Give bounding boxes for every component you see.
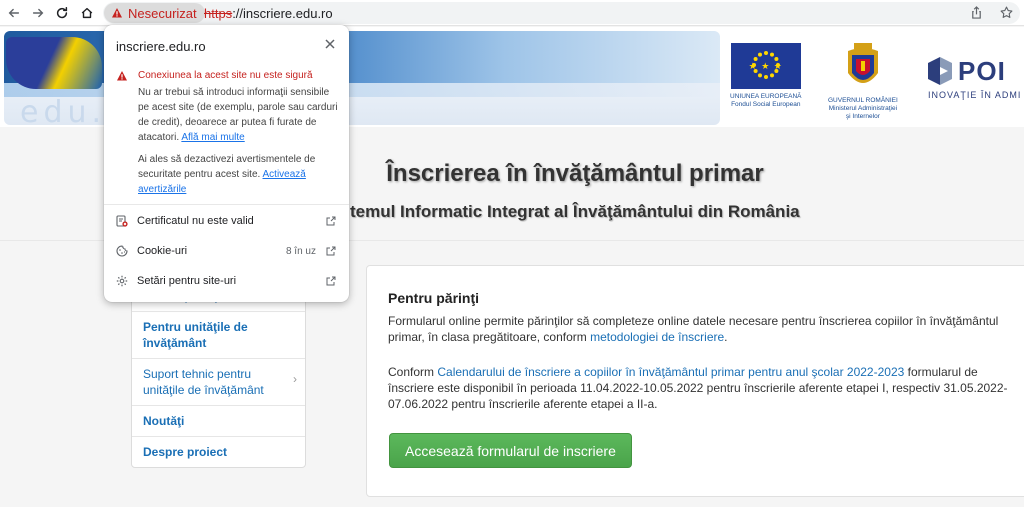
forward-icon[interactable] bbox=[28, 3, 48, 23]
calendar-text-start: Conform bbox=[388, 365, 438, 379]
url-host: ://inscriere.edu.ro bbox=[232, 6, 333, 21]
gov-caption-2: Ministerul Administraţiei bbox=[828, 105, 898, 112]
calendar-paragraph: Conform Calendarului de înscriere a copi… bbox=[388, 364, 1008, 412]
popup-divider bbox=[104, 204, 349, 205]
certificate-label: Certificatul nu este valid bbox=[137, 215, 254, 227]
poca-word: POI bbox=[958, 55, 1006, 86]
poca-logo: POI bbox=[926, 55, 1006, 87]
security-chip[interactable]: Nesecurizat bbox=[104, 3, 205, 23]
intro-end: . bbox=[724, 330, 728, 344]
gear-icon bbox=[116, 275, 128, 287]
metodologie-link[interactable]: metodologiei de înscriere bbox=[590, 330, 724, 344]
warning-icon bbox=[117, 71, 127, 81]
poca-mark-icon bbox=[926, 55, 954, 87]
external-link-icon bbox=[326, 216, 337, 227]
warning-body: Nu ar trebui să introduci informaţii sen… bbox=[138, 85, 338, 145]
external-link-icon bbox=[326, 276, 337, 287]
main-panel: Pentru părinţi Formularul online permite… bbox=[366, 265, 1024, 497]
site-info-popup: inscriere.edu.ro Conexiunea la acest sit… bbox=[104, 25, 349, 302]
access-form-button[interactable]: Accesează formularul de inscriere bbox=[389, 433, 632, 468]
back-icon[interactable] bbox=[4, 3, 24, 23]
reload-icon[interactable] bbox=[52, 3, 72, 23]
security-chip-label: Nesecurizat bbox=[128, 5, 197, 21]
site-settings-label: Setări pentru site-uri bbox=[137, 275, 237, 287]
cookies-count: 8 în uz bbox=[285, 245, 316, 257]
url-text[interactable]: https://inscriere.edu.ro bbox=[204, 6, 333, 21]
warning-title: Conexiunea la acest site nu este sigură bbox=[138, 70, 313, 81]
chevron-right-icon: › bbox=[293, 372, 297, 386]
learn-more-link[interactable]: Află mai multe bbox=[181, 132, 244, 143]
browser-toolbar: Nesecurizat https://inscriere.edu.ro bbox=[0, 0, 1024, 26]
url-protocol: https bbox=[204, 6, 233, 21]
disabled-warnings-text: Ai ales să dezactivezi avertismentele de… bbox=[138, 152, 343, 197]
home-icon[interactable] bbox=[77, 3, 97, 23]
side-nav: Pentru părinţi Pentru unităţile de învăţ… bbox=[131, 280, 306, 468]
bookmark-star-icon[interactable] bbox=[998, 4, 1014, 20]
certificate-icon bbox=[116, 215, 128, 227]
cookie-icon bbox=[116, 245, 128, 257]
edu-flag-logo bbox=[6, 37, 102, 89]
cookies-row[interactable]: Cookie-uri 8 în uz bbox=[116, 240, 337, 262]
warning-icon bbox=[112, 8, 122, 18]
poca-tagline: INOVAŢIE ÎN ADMI bbox=[928, 90, 1022, 100]
nav-item-unitati[interactable]: Pentru unităţile de învăţământ bbox=[132, 312, 305, 359]
eu-flag-icon: ★ ★ ★ bbox=[730, 43, 801, 89]
romania-coat-of-arms-icon bbox=[842, 43, 884, 93]
nav-item-suport-tehnic-label: Suport tehnic pentru unităţile de învăţă… bbox=[143, 367, 264, 397]
gov-logo: GUVERNUL ROMÂNIEI Ministerul Administraţ… bbox=[828, 43, 898, 121]
intro-paragraph: Formularul online permite părinţilor să … bbox=[388, 313, 1008, 345]
gov-caption-3: şi Internelor bbox=[845, 113, 880, 120]
eu-caption-1: UNIUNEA EUROPEANĂ bbox=[730, 93, 802, 100]
main-heading: Pentru părinţi bbox=[388, 290, 480, 306]
gov-caption-1: GUVERNUL ROMÂNIEI bbox=[828, 97, 898, 104]
calendar-link[interactable]: Calendarului de înscriere a copiilor în … bbox=[437, 365, 904, 379]
eu-logo: ★ ★ ★ UNIUNEA EUROPEANĂ Fondul Social Eu… bbox=[730, 43, 802, 109]
external-link-icon bbox=[326, 246, 337, 257]
popup-host: inscriere.edu.ro bbox=[116, 39, 206, 54]
eu-caption-2: Fondul Social European bbox=[731, 101, 801, 108]
cookies-label: Cookie-uri bbox=[137, 245, 188, 257]
nav-item-despre-proiect[interactable]: Despre proiect bbox=[132, 437, 305, 467]
close-icon[interactable] bbox=[323, 37, 337, 51]
nav-item-suport-tehnic[interactable]: Suport tehnic pentru unităţile de învăţă… bbox=[132, 359, 305, 406]
share-icon[interactable] bbox=[968, 4, 984, 20]
page-subtitle: temul Informatic Integrat al Învăţământu… bbox=[350, 202, 800, 221]
certificate-row[interactable]: Certificatul nu este valid bbox=[116, 210, 337, 232]
nav-item-noutati[interactable]: Noutăţi bbox=[132, 406, 305, 437]
site-settings-row[interactable]: Setări pentru site-uri bbox=[116, 270, 337, 292]
